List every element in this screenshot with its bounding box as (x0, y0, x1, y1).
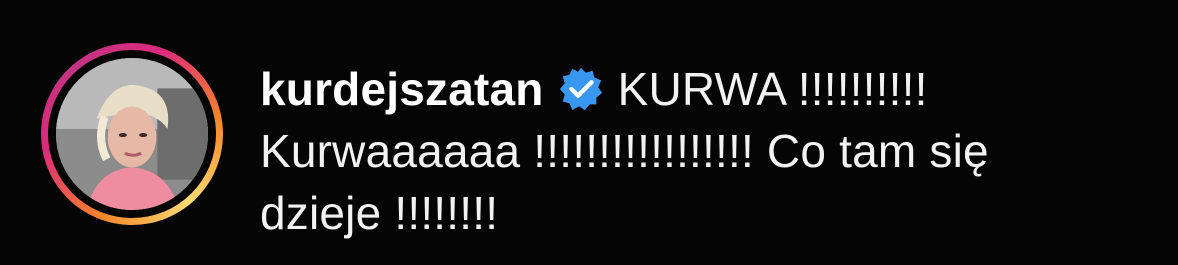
avatar-image (56, 58, 208, 210)
verified-badge-icon (558, 66, 604, 112)
avatar-gap (48, 50, 216, 218)
comment-text: kurdejszatan KURWA !!!!!!!!!! Kurwaaaaaa… (260, 58, 1140, 244)
comment-line-1: KURWA !!!!!!!!!! (617, 63, 928, 115)
comment-row: kurdejszatan KURWA !!!!!!!!!! Kurwaaaaaa… (0, 0, 1178, 265)
story-ring[interactable] (41, 43, 223, 225)
comment-line-2: Kurwaaaaaa !!!!!!!!!!!!!!!!! Co tam się (260, 125, 989, 177)
avatar[interactable] (56, 58, 208, 210)
comment-line-3: dzieje !!!!!!!! (260, 187, 499, 239)
username[interactable]: kurdejszatan (260, 63, 544, 115)
